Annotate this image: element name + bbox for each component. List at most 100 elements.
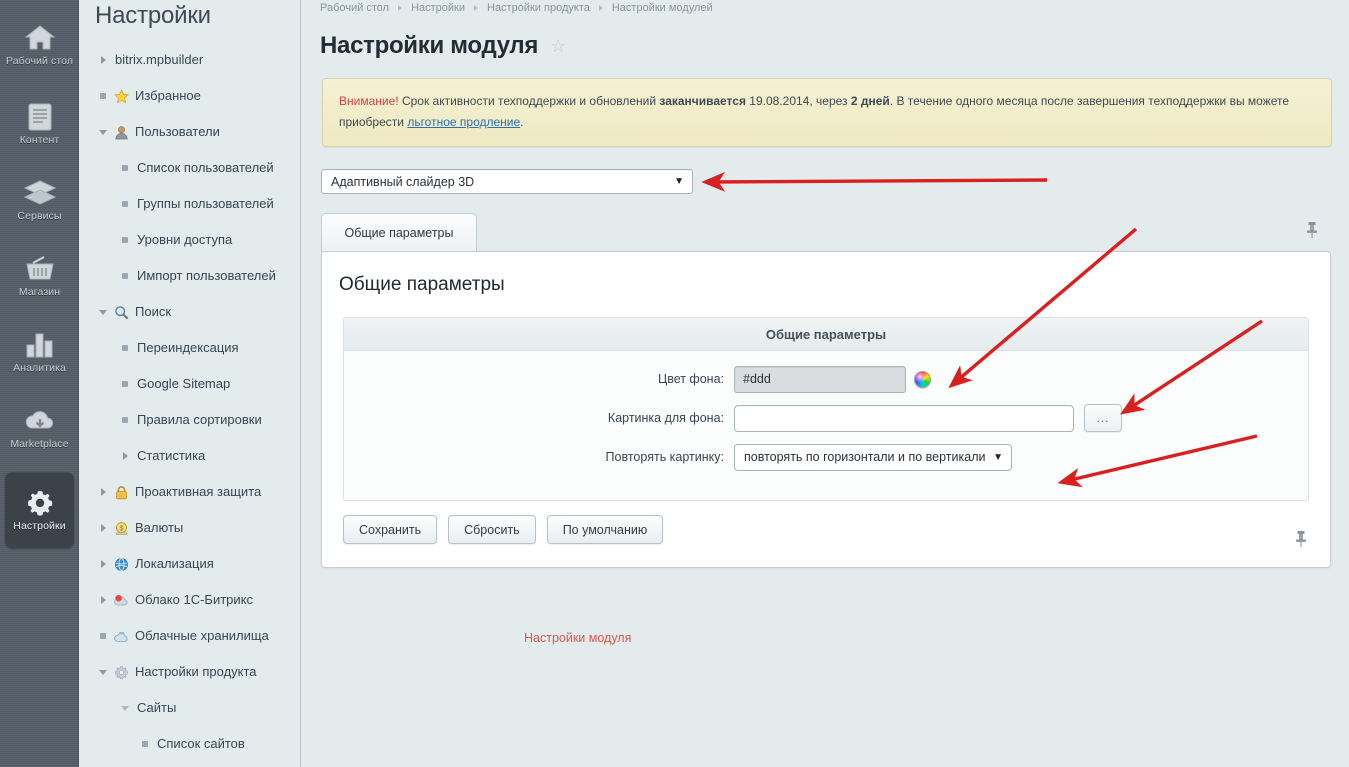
rail-item-label: Настройки [13,521,65,533]
sidebar-item-10[interactable]: Правила сортировки [79,402,300,438]
bullet-icon[interactable] [117,381,133,387]
chevron-down-icon[interactable] [95,130,111,135]
breadcrumb-item-0[interactable]: Рабочий стол [320,2,389,14]
label-repeat-image: Повторять картинку: [344,450,734,464]
default-button[interactable]: По умолчанию [547,515,664,544]
breadcrumb-separator-icon [474,5,478,11]
gear-small-icon [111,665,131,680]
sidebar-item-17[interactable]: Настройки продукта [79,654,300,690]
cloud-storage-icon [111,629,131,644]
sidebar-item-1[interactable]: Избранное [79,78,300,114]
chevron-down-icon[interactable] [117,706,133,711]
tab-bar: Общие параметры [321,213,1331,251]
module-select[interactable]: Адаптивный слайдер 3D ▼ [321,169,693,194]
star-outline-icon[interactable]: ☆ [550,36,566,57]
chevron-right-icon[interactable] [95,56,111,64]
chevron-right-icon[interactable] [95,488,111,496]
reset-button[interactable]: Сбросить [448,515,536,544]
chevron-right-icon[interactable] [117,452,133,460]
bullet-icon[interactable] [117,273,133,279]
sidebar-item-16[interactable]: Облачные хранилища [79,618,300,654]
discount-renewal-link[interactable]: льготное продление [407,115,520,129]
sidebar-item-8[interactable]: Переиндексация [79,330,300,366]
sidebar-item-13[interactable]: $Валюты [79,510,300,546]
rail-item-сервисы[interactable]: Сервисы [5,162,74,238]
sidebar-item-15[interactable]: Облако 1С-Битрикс [79,582,300,618]
rail-item-настройки[interactable]: Настройки [5,472,74,548]
bullet-icon[interactable] [95,93,111,99]
chevron-right-icon[interactable] [95,560,111,568]
bullet-icon[interactable] [117,165,133,171]
rail-item-рабочий-стол[interactable]: Рабочий стол [5,4,74,86]
save-button[interactable]: Сохранить [343,515,437,544]
sidebar-item-0[interactable]: bitrix.mpbuilder [79,42,300,78]
chevron-down-icon: ▼ [993,452,1003,463]
bullet-icon[interactable] [117,417,133,423]
sidebar-item-3[interactable]: Список пользователей [79,150,300,186]
footnote-label: Настройки модуля [524,631,631,645]
sidebar-item-12[interactable]: Проактивная защита [79,474,300,510]
cloud-red-icon [111,593,131,608]
pin-panel-icon[interactable] [1294,530,1308,548]
sidebar-item-7[interactable]: Поиск [79,294,300,330]
field-rows: Цвет фона: Картинка для фона: ... Повтор… [344,351,1308,500]
rail-item-label: Контент [20,135,60,147]
rail-item-контент[interactable]: Контент [5,86,74,162]
sidebar-item-19[interactable]: Список сайтов [79,726,300,762]
repeat-image-value: повторять по горизонтали и по вертикали [744,450,993,464]
background-color-input[interactable] [734,366,906,393]
sidebar-item-14[interactable]: Локализация [79,546,300,582]
rail-item-label: Marketplace [10,439,68,451]
tab-general-parameters[interactable]: Общие параметры [321,213,477,251]
bullet-icon[interactable] [137,741,153,747]
basket-icon [23,254,57,284]
sidebar-item-label: Уровни доступа [137,232,232,248]
home-icon [23,23,57,53]
background-image-input[interactable] [734,405,1074,432]
sidebar-item-4[interactable]: Группы пользователей [79,186,300,222]
repeat-image-select[interactable]: повторять по горизонтали и по вертикали … [734,444,1012,471]
chevron-down-icon[interactable] [95,310,111,315]
sidebar-item-11[interactable]: Статистика [79,438,300,474]
gear-icon [23,488,57,518]
chevron-right-icon[interactable] [95,524,111,532]
panel-heading: Общие параметры [322,252,1330,296]
magnifier-icon [111,305,131,320]
chevron-down-icon[interactable] [95,670,111,675]
sidebar-item-label: Проактивная защита [135,484,261,500]
pin-tab-icon[interactable] [1305,221,1319,239]
rail-item-marketplace[interactable]: Marketplace [5,390,74,466]
bullet-icon[interactable] [117,345,133,351]
bullet-icon[interactable] [117,237,133,243]
breadcrumb-item-3: Настройки модулей [612,2,713,14]
rail-item-магазин[interactable]: Магазин [5,238,74,314]
sidebar-item-label: Валюты [135,520,183,536]
color-wheel-icon[interactable] [914,371,931,388]
chevron-right-icon[interactable] [95,596,111,604]
sidebar-item-label: Список сайтов [157,736,245,752]
page-title-row: Настройки модуля ☆ [302,16,1349,60]
sidebar-item-label: Импорт пользователей [137,268,276,284]
sidebar-item-label: Список пользователей [137,160,274,176]
support-expiry-warning: Внимание! Срок активности техподдержки и… [322,78,1332,147]
sidebar-item-2[interactable]: Пользователи [79,114,300,150]
user-icon [111,125,131,140]
lock-icon [111,485,131,500]
rail-item-аналитика[interactable]: Аналитика [5,314,74,390]
sidebar-item-label: Облачные хранилища [135,628,269,644]
fieldset-header: Общие параметры [344,318,1308,351]
sidebar-item-9[interactable]: Google Sitemap [79,366,300,402]
settings-tree-sidebar[interactable]: Настройки bitrix.mpbuilderИзбранноеПольз… [79,0,301,767]
sidebar-title: Настройки [79,0,300,30]
breadcrumb-item-1[interactable]: Настройки [411,2,465,14]
sidebar-item-label: Локализация [135,556,214,572]
sidebar-item-6[interactable]: Импорт пользователей [79,258,300,294]
bullet-icon[interactable] [95,633,111,639]
bar-chart-icon [23,330,57,360]
sidebar-item-5[interactable]: Уровни доступа [79,222,300,258]
breadcrumb-item-2[interactable]: Настройки продукта [487,2,590,14]
module-select-value: Адаптивный слайдер 3D [331,175,674,189]
browse-file-button[interactable]: ... [1084,404,1122,432]
sidebar-item-18[interactable]: Сайты [79,690,300,726]
bullet-icon[interactable] [117,201,133,207]
